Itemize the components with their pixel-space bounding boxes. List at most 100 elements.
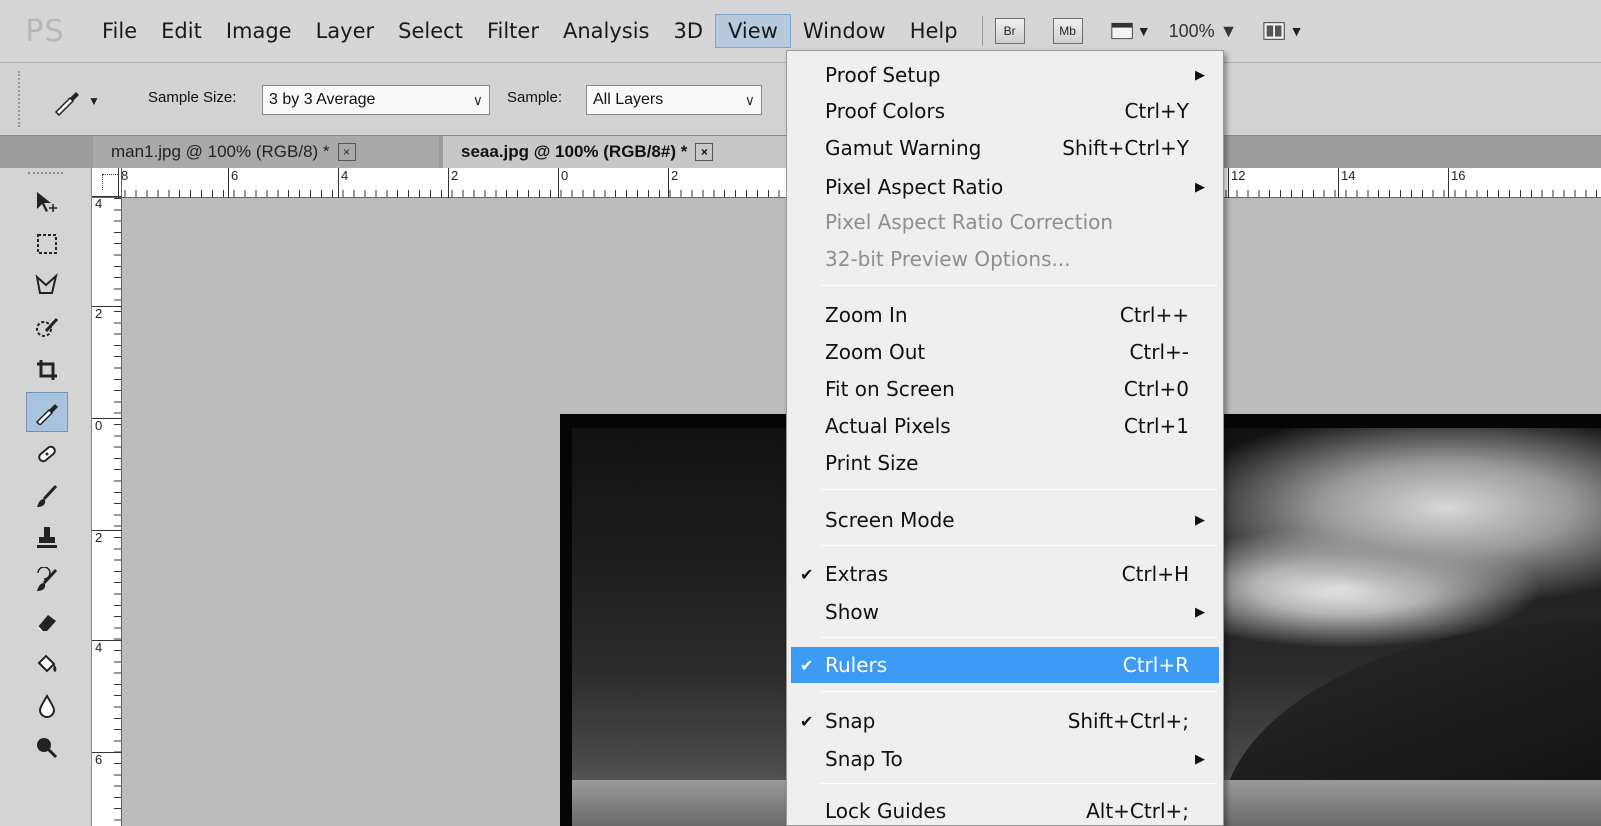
menu-item-fit-on-screen[interactable]: Fit on Screen Ctrl+0: [791, 371, 1219, 407]
photoshop-logo: PS: [25, 13, 65, 49]
menu-item-print-size[interactable]: Print Size: [791, 445, 1219, 481]
menu-view[interactable]: View: [715, 14, 791, 48]
checkmark-icon: ✔: [800, 564, 814, 584]
menu-item-screen-mode[interactable]: Screen Mode ▶: [791, 502, 1219, 538]
sample-select[interactable]: All Layers ∨: [586, 85, 762, 115]
ruler-major-tick: [1338, 168, 1339, 198]
ruler-label: 12: [1231, 168, 1246, 183]
menu-item-proof-colors[interactable]: Proof Colors Ctrl+Y: [791, 93, 1219, 129]
menu-item-label: Proof Colors: [825, 99, 945, 123]
menu-item-proof-setup[interactable]: Proof Setup ▶: [791, 57, 1219, 93]
menu-item-gamut-warning[interactable]: Gamut Warning Shift+Ctrl+Y: [791, 130, 1219, 166]
quick-selection-tool-icon[interactable]: [26, 308, 68, 348]
ruler-label: 2: [95, 530, 103, 545]
menu-item-label: Gamut Warning: [825, 136, 982, 160]
menu-edit[interactable]: Edit: [149, 14, 214, 48]
menu-item-zoom-out[interactable]: Zoom Out Ctrl+-: [791, 334, 1219, 370]
marquee-tool-icon[interactable]: [26, 224, 68, 264]
menu-select[interactable]: Select: [386, 14, 475, 48]
menu-separator: [821, 637, 1217, 638]
ruler-label: 6: [95, 752, 103, 767]
eraser-tool-icon[interactable]: [26, 602, 68, 642]
sample-size-label: Sample Size:: [148, 89, 237, 106]
bridge-button[interactable]: Br: [994, 18, 1025, 44]
menu-item-snap-to[interactable]: Snap To ▶: [791, 741, 1219, 777]
sample-size-select[interactable]: 3 by 3 Average ∨: [262, 85, 490, 115]
menu-item-label: Pixel Aspect Ratio Correction: [825, 210, 1114, 234]
menu-item-zoom-in[interactable]: Zoom In Ctrl++: [791, 297, 1219, 333]
tools-panel-grip[interactable]: [28, 172, 63, 178]
submenu-arrow-icon: ▶: [1195, 751, 1205, 767]
brush-tool-icon[interactable]: [26, 476, 68, 516]
submenu-arrow-icon: ▶: [1195, 604, 1205, 620]
menu-filter[interactable]: Filter: [475, 14, 551, 48]
menu-item-label: Fit on Screen: [825, 377, 955, 401]
zoom-level-dropdown[interactable]: 100% ▼: [1169, 21, 1238, 42]
menu-item-32bit-preview-options: 32-bit Preview Options...: [791, 241, 1219, 277]
vertical-ruler[interactable]: [92, 198, 122, 826]
menu-item-label: Print Size: [825, 451, 919, 475]
options-bar-grip[interactable]: [18, 71, 24, 127]
ruler-major-tick: [118, 168, 119, 198]
ruler-label: 16: [1451, 168, 1466, 183]
menu-separator: [821, 489, 1217, 490]
menu-item-snap[interactable]: ✔ Snap Shift+Ctrl+;: [791, 703, 1219, 739]
menu-window[interactable]: Window: [791, 14, 898, 48]
menu-help[interactable]: Help: [898, 14, 970, 48]
sample-size-value: 3 by 3 Average: [269, 91, 376, 108]
menu-item-show[interactable]: Show ▶: [791, 594, 1219, 630]
menu-item-label: Lock Guides: [825, 799, 947, 823]
checkmark-icon: ✔: [800, 655, 814, 675]
ruler-label: 0: [95, 418, 103, 433]
menu-item-label: Zoom In: [825, 303, 908, 327]
tab-seaa[interactable]: seaa.jpg @ 100% (RGB/8#) * ×: [443, 136, 788, 168]
ruler-label: 4: [95, 196, 103, 211]
menu-item-extras[interactable]: ✔ Extras Ctrl+H: [791, 556, 1219, 592]
menu-item-label: Rulers: [825, 653, 888, 677]
menu-item-label: Show: [825, 600, 879, 624]
chevron-down-icon: ∨: [472, 91, 483, 108]
eyedropper-tool-preset-icon[interactable]: ▼: [52, 81, 112, 121]
ruler-major-tick: [1228, 168, 1229, 198]
menu-item-label: Snap: [825, 709, 876, 733]
ruler-label: 2: [671, 168, 679, 183]
lasso-tool-icon[interactable]: [26, 266, 68, 306]
menu-image[interactable]: Image: [214, 14, 304, 48]
menu-item-pixel-aspect-ratio-correction: Pixel Aspect Ratio Correction: [791, 204, 1219, 240]
menu-separator: [821, 545, 1217, 546]
menu-item-label: Proof Setup: [825, 63, 941, 87]
move-tool-icon[interactable]: [26, 182, 68, 222]
crop-tool-icon[interactable]: [26, 350, 68, 390]
checkmark-icon: ✔: [800, 711, 814, 731]
blur-tool-icon[interactable]: [26, 686, 68, 726]
tab-label: seaa.jpg @ 100% (RGB/8#) *: [461, 142, 688, 161]
ruler-label: 4: [95, 640, 103, 655]
arrange-documents-icon[interactable]: ▼: [1263, 18, 1303, 44]
ruler-label: 0: [561, 168, 569, 183]
close-icon[interactable]: ×: [337, 143, 356, 161]
ruler-label: 4: [341, 168, 349, 183]
eyedropper-tool-icon[interactable]: [26, 392, 68, 432]
menu-item-shortcut: Ctrl+Y: [1124, 99, 1189, 123]
history-brush-tool-icon[interactable]: [26, 560, 68, 600]
menu-item-shortcut: Shift+Ctrl+Y: [1062, 136, 1189, 160]
menu-3d[interactable]: 3D: [662, 14, 716, 48]
tab-man1[interactable]: man1.jpg @ 100% (RGB/8) * ×: [93, 136, 439, 168]
menu-item-actual-pixels[interactable]: Actual Pixels Ctrl+1: [791, 408, 1219, 444]
close-icon[interactable]: ×: [695, 143, 714, 161]
menu-layer[interactable]: Layer: [304, 14, 387, 48]
healing-brush-tool-icon[interactable]: [26, 434, 68, 474]
dodge-tool-icon[interactable]: [26, 728, 68, 768]
minibridge-button[interactable]: Mb: [1052, 18, 1083, 44]
paint-bucket-tool-icon[interactable]: [26, 644, 68, 684]
menu-file[interactable]: File: [90, 14, 149, 48]
ruler-major-tick: [448, 168, 449, 198]
clone-stamp-tool-icon[interactable]: [26, 518, 68, 558]
sample-label: Sample:: [507, 89, 563, 106]
menu-item-rulers[interactable]: ✔ Rulers Ctrl+R: [791, 647, 1219, 683]
screen-mode-icon[interactable]: ▼: [1111, 18, 1151, 44]
menu-item-lock-guides[interactable]: Lock Guides Alt+Ctrl+;: [791, 793, 1219, 826]
menu-analysis[interactable]: Analysis: [551, 14, 662, 48]
tab-label: man1.jpg @ 100% (RGB/8) *: [111, 142, 330, 161]
menu-item-pixel-aspect-ratio[interactable]: Pixel Aspect Ratio ▶: [791, 169, 1219, 205]
